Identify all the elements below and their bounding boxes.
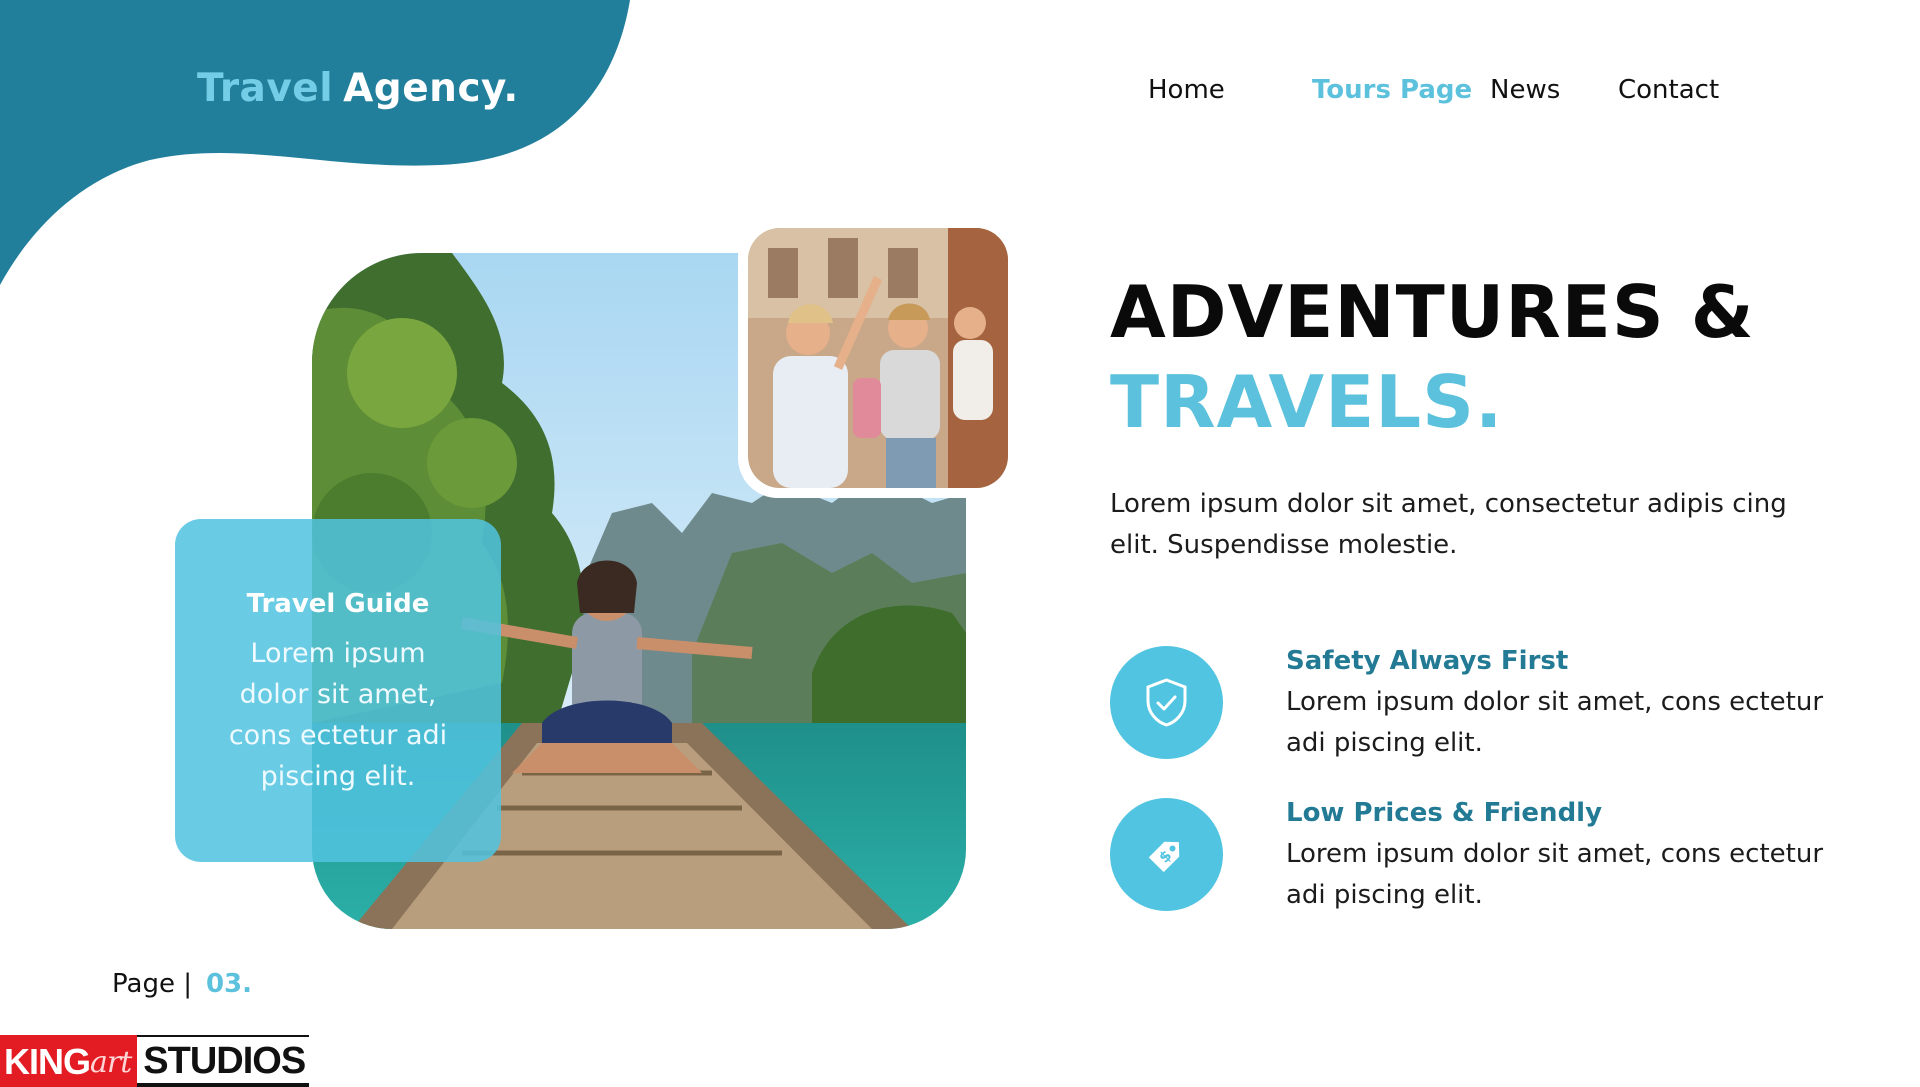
headline-line1: ADVENTURES & xyxy=(1110,270,1755,354)
feature-safety-icon-circle xyxy=(1110,646,1223,759)
feature-safety-title: Safety Always First xyxy=(1286,646,1569,676)
tour-group-photo xyxy=(738,218,1018,498)
price-tag-icon: $ xyxy=(1148,841,1180,873)
nav-news[interactable]: News xyxy=(1490,75,1560,105)
feature-prices: $ Low Prices & Friendly Lorem ipsum dolo… xyxy=(1110,798,1830,918)
top-navigation: Home Tours Page News Contact xyxy=(1020,75,1920,115)
feature-prices-icon-circle: $ xyxy=(1110,798,1223,911)
headline-line2: TRAVELS. xyxy=(1110,360,1504,444)
brand-part2: Agency. xyxy=(343,66,519,111)
feature-safety: Safety Always First Lorem ipsum dolor si… xyxy=(1110,646,1830,766)
nav-tours-page[interactable]: Tours Page xyxy=(1312,75,1472,105)
travel-guide-card: Travel Guide Lorem ipsum dolor sit amet,… xyxy=(175,519,501,862)
header-wave-shape xyxy=(0,0,630,285)
watermark-studios: STUDIOS xyxy=(137,1035,310,1087)
studio-watermark-logo: KING art STUDIOS xyxy=(0,1035,310,1087)
watermark-king: KING art xyxy=(0,1035,138,1087)
shield-check-icon xyxy=(1146,678,1187,727)
intro-paragraph: Lorem ipsum dolor sit amet, consectetur … xyxy=(1110,489,1787,560)
page-number: 03. xyxy=(205,969,253,999)
page-indicator: Page | 03. xyxy=(112,969,252,999)
brand-logo[interactable]: Travel Agency. xyxy=(197,66,519,111)
feature-prices-text: Lorem ipsum dolor sit amet, cons ectetur… xyxy=(1286,839,1824,910)
nav-contact[interactable]: Contact xyxy=(1618,75,1719,105)
feature-safety-text: Lorem ipsum dolor sit amet, cons ectetur… xyxy=(1286,687,1824,758)
brand-part1: Travel xyxy=(197,66,334,111)
page-label: Page | xyxy=(112,969,192,999)
nav-home[interactable]: Home xyxy=(1148,75,1225,105)
travel-guide-text: Lorem ipsum dolor sit amet, cons ectetur… xyxy=(228,638,448,792)
feature-prices-title: Low Prices & Friendly xyxy=(1286,798,1603,828)
travel-guide-title: Travel Guide xyxy=(246,589,430,619)
